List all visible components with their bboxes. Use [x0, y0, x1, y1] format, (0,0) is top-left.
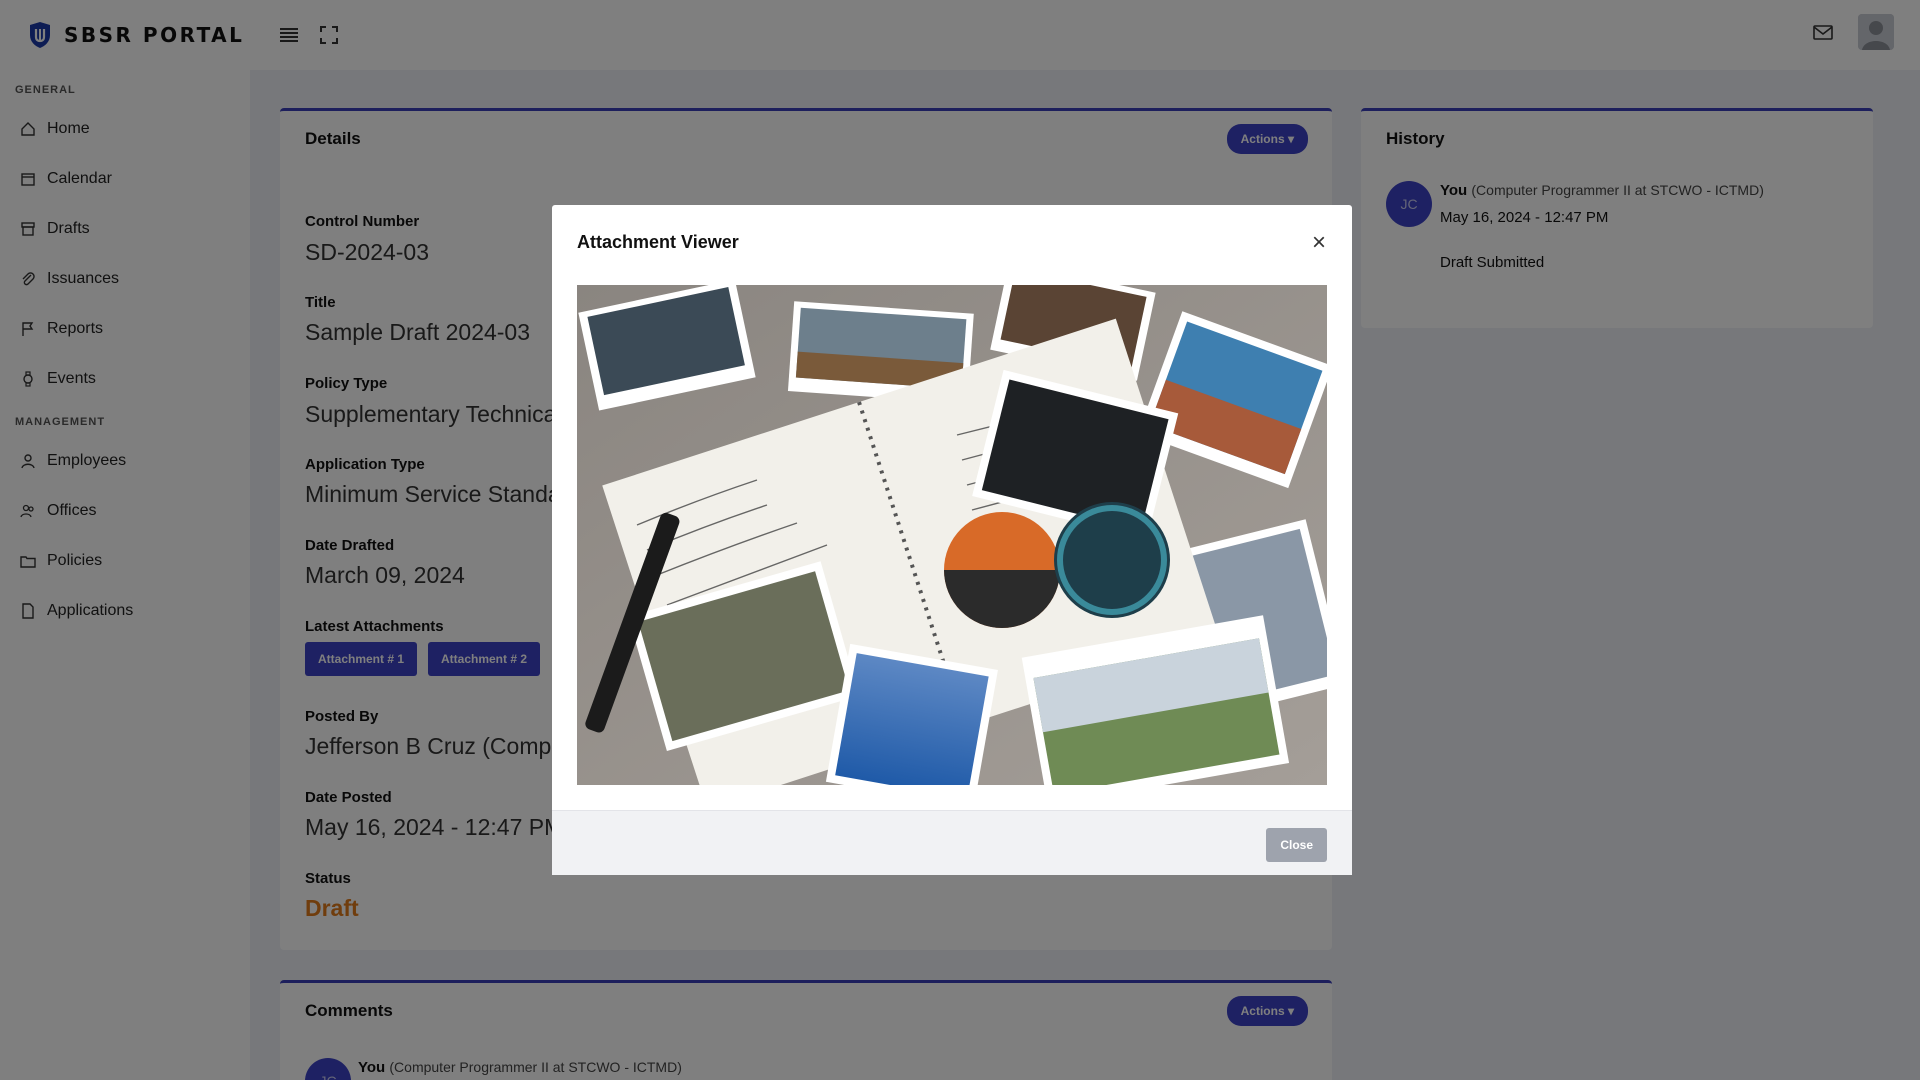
modal-title: Attachment Viewer: [577, 232, 739, 252]
attachment-viewer-modal: Attachment Viewer × Close: [552, 205, 1352, 875]
modal-close-icon[interactable]: ×: [1312, 231, 1326, 255]
attachment-image: [577, 285, 1327, 785]
modal-footer: Close: [552, 810, 1352, 875]
modal-close-button[interactable]: Close: [1266, 828, 1327, 862]
